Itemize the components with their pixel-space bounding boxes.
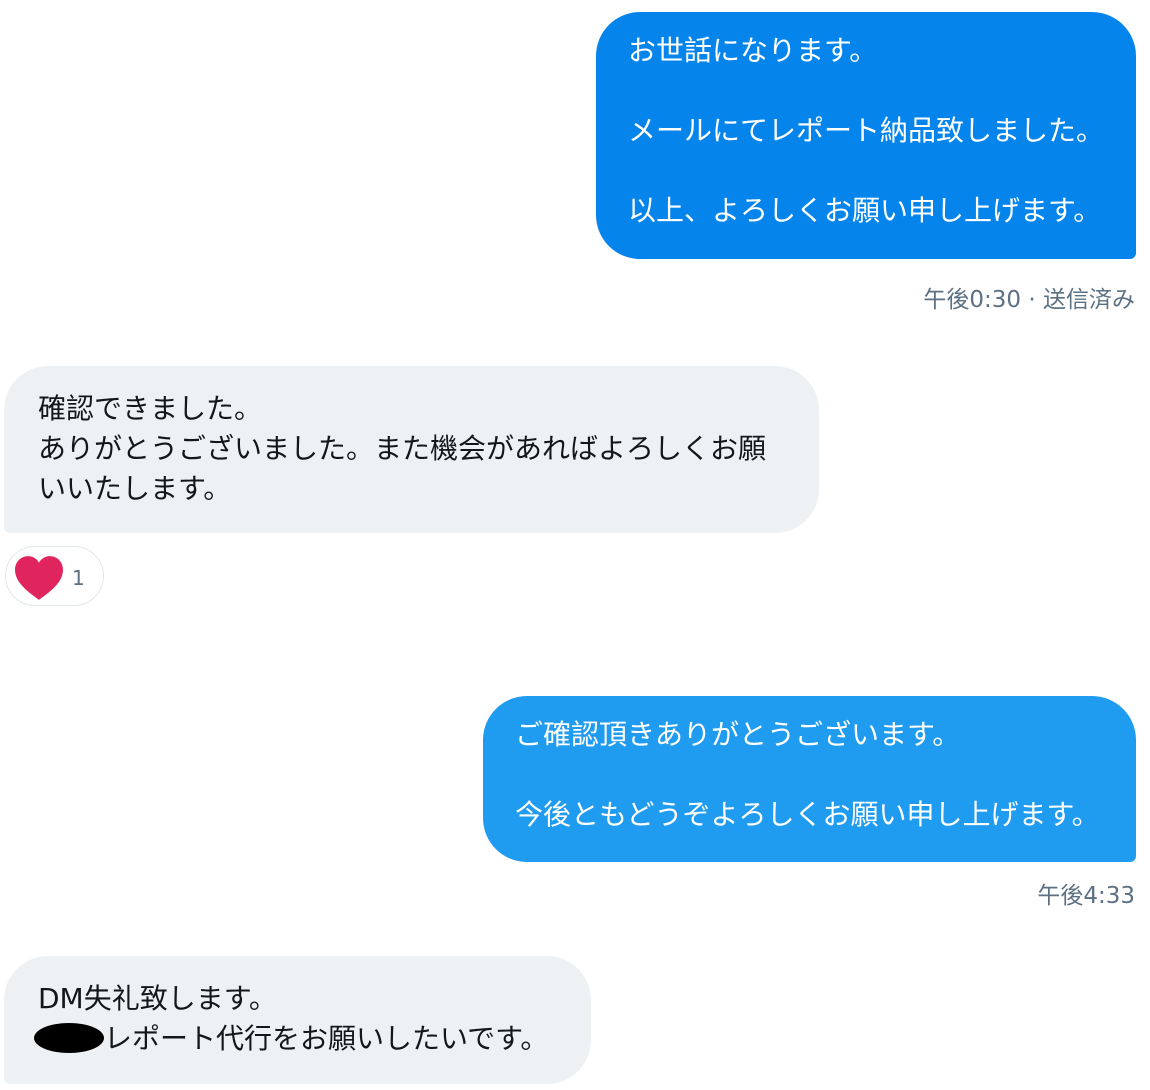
redaction-mark [34,1023,104,1053]
received-message-bubble[interactable]: DM失礼致します。 レポート代行をお願いしたいです。 [4,956,591,1084]
message-timestamp: 午後0:30 [923,287,1022,313]
sent-message-bubble[interactable]: ご確認頂きありがとうございます。 今後ともどうぞよろしくお願い申し上げます。 [483,696,1136,862]
message-timestamp: 午後4:33 [1037,883,1135,909]
message-meta: 午後0:30 · 送信済み [923,280,1135,314]
reaction-count: 1 [72,566,85,590]
message-line: レポート代行をお願いしたいです。 [104,1022,549,1055]
message-status: 送信済み [1043,287,1135,313]
meta-separator: · [1028,287,1043,313]
message-line: DM失礼致します。 [38,982,277,1015]
sent-message-bubble[interactable]: お世話になります。 メールにてレポート納品致しました。 以上、よろしくお願い申し… [596,12,1136,259]
reaction-badge[interactable]: 1 [5,546,104,606]
received-message-bubble[interactable]: 確認できました。 ありがとうございました。また機会があればよろしくお願いいたしま… [4,366,819,533]
heart-icon [15,556,63,600]
message-meta: 午後4:33 [1037,876,1135,910]
